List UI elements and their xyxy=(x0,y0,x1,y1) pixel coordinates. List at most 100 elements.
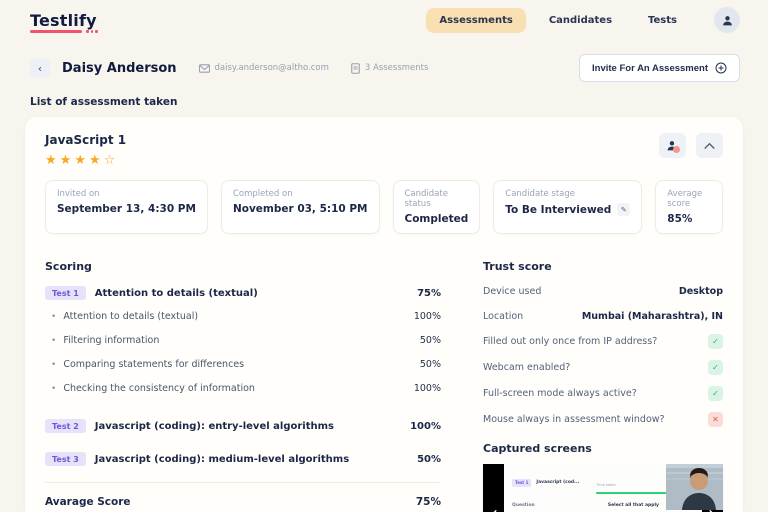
webcam-person-image xyxy=(666,464,723,510)
check-badge-icon: ✓ xyxy=(708,386,723,401)
brand-logo[interactable]: Testlify xyxy=(30,10,98,33)
collapse-button[interactable] xyxy=(696,133,723,158)
webcam-snapshot xyxy=(666,464,723,510)
page-subtitle: List of assessment taken xyxy=(30,96,178,108)
info-box: Candidate stage To Be Interviewed ✎ xyxy=(493,180,643,234)
assessments-count-text: 3 Assessments xyxy=(364,63,429,73)
captured-screens-heading: Captured screens xyxy=(483,442,592,455)
trust-score-heading: Trust score xyxy=(483,260,552,273)
brand-name: Testlify xyxy=(30,10,97,30)
trust-row-label: Location xyxy=(483,310,524,322)
star-filled-icon: ★ xyxy=(74,153,89,168)
info-box-label: Invited on xyxy=(57,189,100,199)
trust-row: Mouse always in assessment window? ✕ xyxy=(483,412,723,427)
star-filled-icon: ★ xyxy=(88,153,104,168)
scoring-heading: Scoring xyxy=(45,260,92,273)
back-button[interactable]: ‹ xyxy=(30,58,50,78)
invite-assessment-button[interactable]: Invite For An Assessment xyxy=(579,54,740,82)
brand-underline xyxy=(30,30,82,33)
assessment-card: JavaScript 1 ★★★★☆ Invited on September 1… xyxy=(25,117,743,512)
star-filled-icon: ★ xyxy=(45,153,60,168)
info-box-label: Completed on xyxy=(232,189,293,199)
test-badge: Test 1 xyxy=(45,286,86,300)
trust-score-section: Trust score Device used Desktop Location Mu… xyxy=(483,260,723,512)
thumb-progress-label: Time taken xyxy=(596,483,616,487)
info-box-value: November 03, 5:10 PM xyxy=(232,203,368,215)
trust-row-value: Desktop xyxy=(678,285,723,297)
thumb-test-badge: Test 1 xyxy=(512,478,532,487)
subskill-row: Comparing statements for differences 50% xyxy=(45,352,441,376)
subskill-list: Attention to details (textual) 100% Filter… xyxy=(45,304,441,400)
envelope-icon xyxy=(198,63,210,73)
info-box: Invited on September 13, 4:30 PM xyxy=(45,180,208,234)
trust-row: Webcam enabled? ✓ xyxy=(483,360,723,375)
document-icon xyxy=(351,62,360,74)
thumb-question-label: Question xyxy=(512,503,535,508)
test-badge: Test 2 xyxy=(45,419,86,433)
subskill-row: Filtering information 50% xyxy=(45,328,441,352)
trust-row: Location Mumbai (Maharashtra), IN xyxy=(483,309,723,323)
scoring-section: Scoring Test 1 Attention to details (text… xyxy=(45,260,441,512)
trust-row-label: Full-screen mode always active? xyxy=(483,388,637,399)
test-row: Test 3 Javascript (coding): medium-level … xyxy=(45,452,441,466)
subskill-score: 100% xyxy=(413,310,441,322)
info-box-value: September 13, 4:30 PM xyxy=(57,203,196,215)
check-badge-icon: ✓ xyxy=(708,334,723,349)
trust-row-label: Device used xyxy=(483,285,542,297)
candidate-email-text: daisy.anderson@altho.com xyxy=(214,63,329,73)
nav-item-assessments[interactable]: Assessments xyxy=(426,7,526,33)
circle-plus-icon xyxy=(715,62,727,74)
info-boxes: Invited on September 13, 4:30 PM Completed… xyxy=(45,180,723,234)
candidate-name: Daisy Anderson xyxy=(62,60,177,76)
star-empty-icon: ☆ xyxy=(103,153,119,168)
test-row-left: Test 2 Javascript (coding): entry-level a… xyxy=(45,419,334,433)
star-rating[interactable]: ★★★★☆ xyxy=(45,153,126,168)
average-score-row: Avarage Score 75% xyxy=(45,483,441,512)
captured-screens-carousel: Test 1 Javascript (cod... Time taken 90% xyxy=(483,464,723,512)
test-row-left: Test 1 Attention to details (textual) xyxy=(45,286,258,300)
nav-item-candidates[interactable]: Candidates xyxy=(536,8,625,33)
cross-badge-icon: ✕ xyxy=(708,412,723,427)
test-name: Javascript (coding): entry-level algorit… xyxy=(94,420,334,432)
test-score: 100% xyxy=(410,420,441,432)
info-box: Average score 85% xyxy=(655,180,723,234)
trust-row-value: Mumbai (Maharashtra), IN xyxy=(581,310,723,322)
subskill-row: Attention to details (textual) 100% xyxy=(45,304,441,328)
average-score-value: 75% xyxy=(415,496,441,508)
candidate-action-button[interactable] xyxy=(659,133,686,158)
assessment-title: JavaScript 1 xyxy=(45,133,127,147)
info-box: Candidate status Completed xyxy=(392,180,481,234)
carousel-prev-button[interactable] xyxy=(483,464,504,512)
test-row: Test 1 Attention to details (textual) 75% xyxy=(45,286,441,300)
test-badge: Test 3 xyxy=(45,452,86,466)
info-box: Completed on November 03, 5:10 PM xyxy=(220,180,380,234)
subskill-score: 50% xyxy=(419,334,441,346)
trust-row: Device used Desktop xyxy=(483,284,723,298)
subskill-name: Filtering information xyxy=(51,335,159,346)
subskill-row: Checking the consistency of information 1… xyxy=(45,376,441,400)
test-score: 75% xyxy=(417,287,441,299)
check-badge-icon: ✓ xyxy=(708,360,723,375)
candidate-email: daisy.anderson@altho.com xyxy=(198,63,329,73)
subskill-name: Checking the consistency of information xyxy=(51,383,255,394)
trust-row-label: Filled out only once from IP address? xyxy=(483,336,658,347)
brand-dots xyxy=(86,30,98,33)
edit-stage-button[interactable]: ✎ xyxy=(617,203,631,216)
subskill-name: Attention to details (textual) xyxy=(51,311,198,322)
candidate-header: ‹ Daisy Anderson daisy.anderson@altho.co… xyxy=(30,54,740,82)
info-box-label: Candidate status xyxy=(404,189,448,209)
star-filled-icon: ★ xyxy=(59,153,75,168)
chevron-up-icon xyxy=(704,142,715,149)
user-avatar-button[interactable] xyxy=(714,7,740,33)
trust-row-label: Mouse always in assessment window? xyxy=(483,414,665,425)
assessments-count: 3 Assessments xyxy=(351,62,429,74)
thumb-progress-fill xyxy=(596,491,672,494)
test-name: Javascript (coding): medium-level algori… xyxy=(94,453,350,465)
info-box-label: Candidate stage xyxy=(505,189,576,199)
trust-row-label: Webcam enabled? xyxy=(483,362,571,373)
test-row: Test 2 Javascript (coding): entry-level a… xyxy=(45,419,441,433)
top-nav: Testlify Assessments Candidates Tests xyxy=(0,0,768,40)
nav-item-tests[interactable]: Tests xyxy=(635,8,690,33)
user-icon xyxy=(722,15,732,25)
subskill-score: 100% xyxy=(413,382,441,394)
